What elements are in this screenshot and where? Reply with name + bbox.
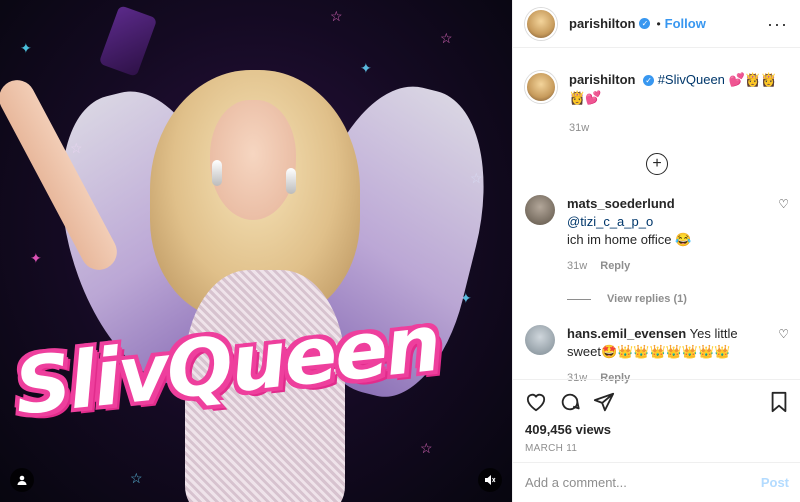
caption-text-line2: 👸💕 — [569, 90, 602, 105]
star-icon: ✦ — [360, 60, 372, 76]
load-more-comments-button[interactable]: + — [525, 153, 789, 175]
view-replies-label: View replies (1) — [607, 293, 687, 305]
star-icon: ☆ — [440, 30, 453, 46]
post-header: parishilton ✓ • Follow ··· — [513, 0, 800, 48]
header-username[interactable]: parishilton — [569, 16, 635, 31]
post-side-panel: parishilton ✓ • Follow ··· parishilton ✓… — [512, 0, 800, 502]
like-heart-icon[interactable] — [525, 392, 547, 412]
comment-text: ich im home office 😂 — [567, 232, 692, 247]
star-icon: ☆ — [330, 8, 343, 24]
earring — [286, 168, 296, 194]
face — [210, 100, 296, 220]
view-replies-button[interactable]: View replies (1) — [567, 293, 789, 305]
comment: mats_soederlund @tizi_c_a_p_o ich im hom… — [525, 195, 789, 275]
reply-button[interactable]: Reply — [600, 260, 630, 272]
phone-in-hand — [98, 5, 158, 77]
share-paper-plane-icon[interactable] — [593, 391, 615, 413]
separator-dot: • — [656, 16, 661, 31]
comments-section: parishilton ✓ #SlivQueen 💕👸👸 👸💕 31w + ma… — [513, 49, 800, 384]
caption-age: 31w — [569, 122, 590, 134]
post-button[interactable]: Post — [761, 475, 789, 490]
post-image[interactable]: ✦ ☆ ☆ ✦ ☆ ☆ ✦ ✦ ☆ ☆ SlivQueen — [0, 0, 512, 502]
star-icon: ☆ — [420, 440, 433, 456]
comment-age: 31w — [567, 260, 588, 272]
comment-composer: Post — [513, 462, 800, 502]
verified-badge-icon: ✓ — [643, 75, 655, 87]
avatar[interactable] — [525, 71, 557, 103]
comment-bubble-icon[interactable] — [559, 391, 581, 413]
comment: hans.emil_evensen Yes little sweet🤩👑👑👑👑👑… — [525, 325, 789, 387]
avatar[interactable] — [525, 195, 555, 225]
post-date[interactable]: MARCH 11 — [525, 443, 789, 454]
plus-circle-icon: + — [646, 153, 668, 175]
star-icon: ✦ — [20, 40, 32, 56]
sound-icon[interactable] — [478, 468, 502, 492]
comment-body: mats_soederlund @tizi_c_a_p_o ich im hom… — [567, 195, 762, 275]
action-row — [525, 390, 789, 414]
caption-body: parishilton ✓ #SlivQueen 💕👸👸 👸💕 31w — [569, 71, 784, 137]
star-icon: ☆ — [130, 470, 143, 486]
bookmark-icon[interactable] — [769, 391, 789, 413]
star-icon: ✦ — [30, 250, 42, 266]
user-tag-icon[interactable] — [10, 468, 34, 492]
view-count[interactable]: 409,456 views — [525, 422, 789, 437]
avatar[interactable] — [525, 7, 557, 40]
comment-username[interactable]: hans.emil_evensen — [567, 326, 686, 341]
comment-mention[interactable]: @tizi_c_a_p_o — [567, 214, 653, 229]
heart-icon[interactable]: ♡ — [778, 197, 789, 211]
comment-body: hans.emil_evensen Yes little sweet🤩👑👑👑👑👑… — [567, 325, 762, 387]
comment-input[interactable] — [525, 475, 761, 490]
post-caption: parishilton ✓ #SlivQueen 💕👸👸 👸💕 31w — [525, 71, 789, 137]
instagram-post: ✦ ☆ ☆ ✦ ☆ ☆ ✦ ✦ ☆ ☆ SlivQueen parishilto… — [0, 0, 800, 502]
divider — [567, 298, 591, 300]
ellipsis-icon[interactable]: ··· — [767, 15, 788, 33]
comment-username[interactable]: mats_soederlund — [567, 196, 675, 211]
heart-icon[interactable]: ♡ — [778, 327, 789, 341]
caption-username[interactable]: parishilton — [569, 72, 635, 87]
avatar[interactable] — [525, 325, 555, 355]
caption-text[interactable]: #SlivQueen 💕👸👸 — [658, 72, 777, 87]
follow-button[interactable]: Follow — [665, 16, 706, 31]
post-actions: 409,456 views MARCH 11 — [513, 379, 800, 459]
earring — [212, 160, 222, 186]
verified-badge-icon: ✓ — [639, 18, 651, 29]
comment-meta: 31w Reply — [567, 257, 762, 275]
